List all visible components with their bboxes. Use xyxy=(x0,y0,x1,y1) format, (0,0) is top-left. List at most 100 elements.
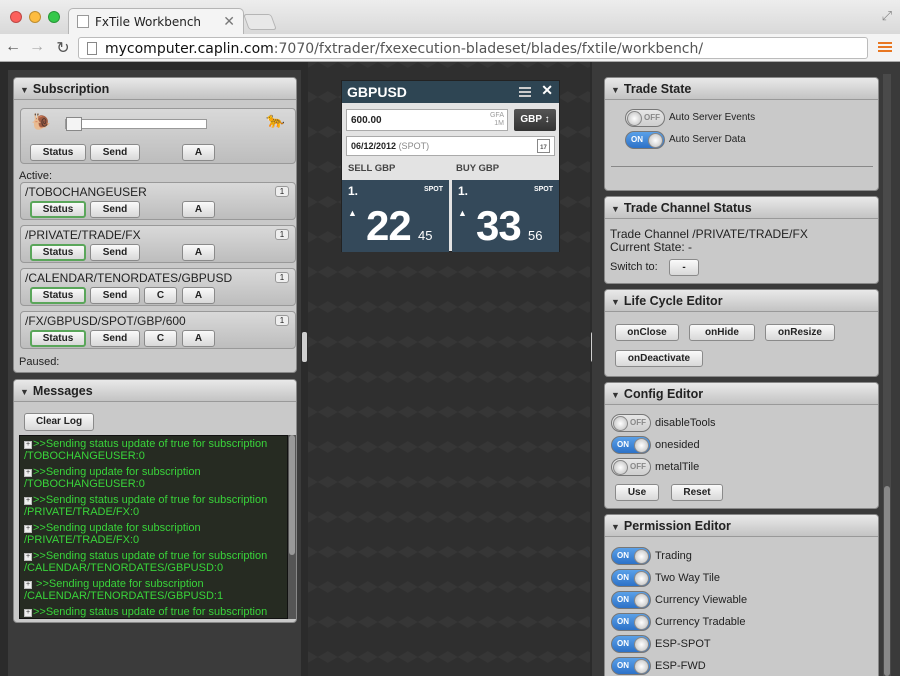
left-splitter-handle[interactable] xyxy=(302,332,307,362)
a-button[interactable]: A xyxy=(182,144,215,161)
amount-input[interactable]: 600.00 GFA 1M xyxy=(346,109,508,131)
permission-editor-header[interactable]: ▼ Permission Editor xyxy=(605,515,878,537)
speed-slider[interactable] xyxy=(65,117,207,131)
zoom-window-button[interactable] xyxy=(48,11,60,23)
scroll-thumb[interactable] xyxy=(884,486,890,676)
subscription-header[interactable]: ▼ Subscription xyxy=(14,78,296,100)
minimize-window-button[interactable] xyxy=(29,11,41,23)
subscription-path: /TOBOCHANGEUSER xyxy=(25,185,147,199)
log-entry[interactable]: + >>Sending update for subscription/PRIVA… xyxy=(20,522,287,546)
trade-state-header[interactable]: ▼ Trade State xyxy=(605,78,878,100)
status-button[interactable]: Status xyxy=(30,330,86,347)
back-icon[interactable]: ← xyxy=(4,38,22,56)
fullscreen-icon[interactable]: ⤢ xyxy=(882,8,892,24)
a-button[interactable]: A xyxy=(182,201,215,218)
subscription-row: /TOBOCHANGEUSER 1 Status Send A xyxy=(20,182,296,220)
onesided-toggle[interactable]: ON xyxy=(611,436,651,454)
a-button[interactable]: A xyxy=(182,330,215,347)
c-button[interactable]: C xyxy=(144,287,177,304)
switch-label: Switch to: xyxy=(610,261,658,273)
status-button[interactable]: Status xyxy=(30,287,86,304)
expand-icon[interactable]: + xyxy=(24,441,32,449)
a-button[interactable]: A xyxy=(182,287,215,304)
calendar-icon[interactable]: 17 xyxy=(537,139,550,153)
gfa-indicator: GFA 1M xyxy=(490,112,504,128)
permission-editor-panel: ▼ Permission Editor ON Trading ON Two Way Ti… xyxy=(604,514,879,676)
channel-line: Trade Channel /PRIVATE/TRADE/FX xyxy=(610,227,808,241)
address-bar[interactable]: mycomputer.caplin.com:7070/fxtrader/fxex… xyxy=(78,37,868,59)
menu-icon[interactable] xyxy=(878,40,892,54)
log-entry[interactable]: + >>Sending status update of true for sub… xyxy=(20,438,287,462)
send-button[interactable]: Send xyxy=(90,201,140,218)
slider-thumb[interactable] xyxy=(66,117,82,131)
permission-toggle[interactable]: ON xyxy=(611,613,651,631)
config-editor-header[interactable]: ▼ Config Editor xyxy=(605,383,878,405)
menu-icon[interactable] xyxy=(519,85,531,99)
message-log[interactable]: + >>Sending status update of true for sub… xyxy=(19,435,288,619)
on-hide-button[interactable]: onHide xyxy=(689,324,755,341)
a-button[interactable]: A xyxy=(182,244,215,261)
permission-toggle[interactable]: ON xyxy=(611,591,651,609)
buy-price-button[interactable]: 1. SPOT ▲ 33 56 xyxy=(452,180,559,252)
url-text[interactable]: mycomputer.caplin.com:7070/fxtrader/fxex… xyxy=(105,41,703,57)
cheetah-icon: 🐆 xyxy=(266,112,285,129)
reset-button[interactable]: Reset xyxy=(671,484,723,501)
log-entry[interactable]: + >>Sending status update of true for sub… xyxy=(20,550,287,574)
currency-select[interactable]: GBP ↕ xyxy=(514,109,556,131)
browser-tab[interactable]: FxTile Workbench ✕ xyxy=(68,8,244,34)
big-figure: 33 xyxy=(476,202,522,249)
messages-header[interactable]: ▼ Messages xyxy=(14,380,296,402)
switch-button[interactable]: - xyxy=(669,259,699,276)
expand-icon[interactable]: + xyxy=(24,609,32,617)
permission-toggle[interactable]: ON xyxy=(611,547,651,565)
permission-label: Currency Viewable xyxy=(655,594,748,606)
clear-log-button[interactable]: Clear Log xyxy=(24,413,94,431)
expand-icon[interactable]: + xyxy=(24,553,32,561)
right-scrollbar[interactable] xyxy=(883,74,891,676)
life-cycle-header[interactable]: ▼ Life Cycle Editor xyxy=(605,290,878,312)
on-deactivate-button[interactable]: onDeactivate xyxy=(615,350,703,367)
log-entry[interactable]: + >>Sending status update of true for sub… xyxy=(20,606,287,618)
log-scrollbar[interactable] xyxy=(288,435,296,619)
disable-tools-toggle[interactable]: OFF xyxy=(611,414,651,432)
send-button[interactable]: Send xyxy=(90,144,140,161)
new-tab-button[interactable] xyxy=(243,14,277,30)
metal-tile-toggle[interactable]: OFF xyxy=(611,458,651,476)
status-button[interactable]: Status xyxy=(30,244,86,261)
sell-price-button[interactable]: 1. SPOT ▲ 22 45 xyxy=(342,180,449,252)
expand-icon[interactable]: + xyxy=(24,581,32,589)
send-button[interactable]: Send xyxy=(90,244,140,261)
send-button[interactable]: Send xyxy=(90,330,140,347)
expand-icon[interactable]: + xyxy=(24,497,32,505)
log-entry[interactable]: + >>Sending status update of true for sub… xyxy=(20,494,287,518)
on-close-button[interactable]: onClose xyxy=(615,324,679,341)
close-tab-icon[interactable]: ✕ xyxy=(223,13,235,30)
subscription-path: /CALENDAR/TENORDATES/GBPUSD xyxy=(25,271,233,285)
auto-server-data-toggle[interactable]: ON xyxy=(625,131,665,149)
expand-icon[interactable]: + xyxy=(24,525,32,533)
log-entry[interactable]: + >>Sending update for subscription /CAL… xyxy=(20,578,287,602)
panel-title: Trade Channel Status xyxy=(623,201,752,215)
c-button[interactable]: C xyxy=(144,330,177,347)
use-button[interactable]: Use xyxy=(615,484,659,501)
permission-toggle[interactable]: ON xyxy=(611,657,651,675)
close-window-button[interactable] xyxy=(10,11,22,23)
permission-toggle[interactable]: ON xyxy=(611,569,651,587)
trade-channel-header[interactable]: ▼ Trade Channel Status xyxy=(605,197,878,219)
expand-icon[interactable]: + xyxy=(24,469,32,477)
scroll-thumb[interactable] xyxy=(289,435,295,555)
permission-label: ESP-SPOT xyxy=(655,638,711,650)
status-button[interactable]: Status xyxy=(30,144,86,161)
log-entry[interactable]: + >>Sending update for subscription/TOBOC… xyxy=(20,466,287,490)
close-icon[interactable]: ✕ xyxy=(541,82,553,99)
date-field[interactable]: 06/12/2012 (SPOT) 17 xyxy=(346,136,555,156)
toggle-label: Auto Server Data xyxy=(669,134,746,145)
permission-toggle[interactable]: ON xyxy=(611,635,651,653)
forward-icon[interactable]: → xyxy=(28,38,46,56)
status-button[interactable]: Status xyxy=(30,201,86,218)
reload-icon[interactable]: ↻ xyxy=(54,38,72,58)
on-resize-button[interactable]: onResize xyxy=(765,324,835,341)
auto-server-events-toggle[interactable]: OFF xyxy=(625,109,665,127)
collapse-triangle-icon: ▼ xyxy=(611,204,620,214)
send-button[interactable]: Send xyxy=(90,287,140,304)
